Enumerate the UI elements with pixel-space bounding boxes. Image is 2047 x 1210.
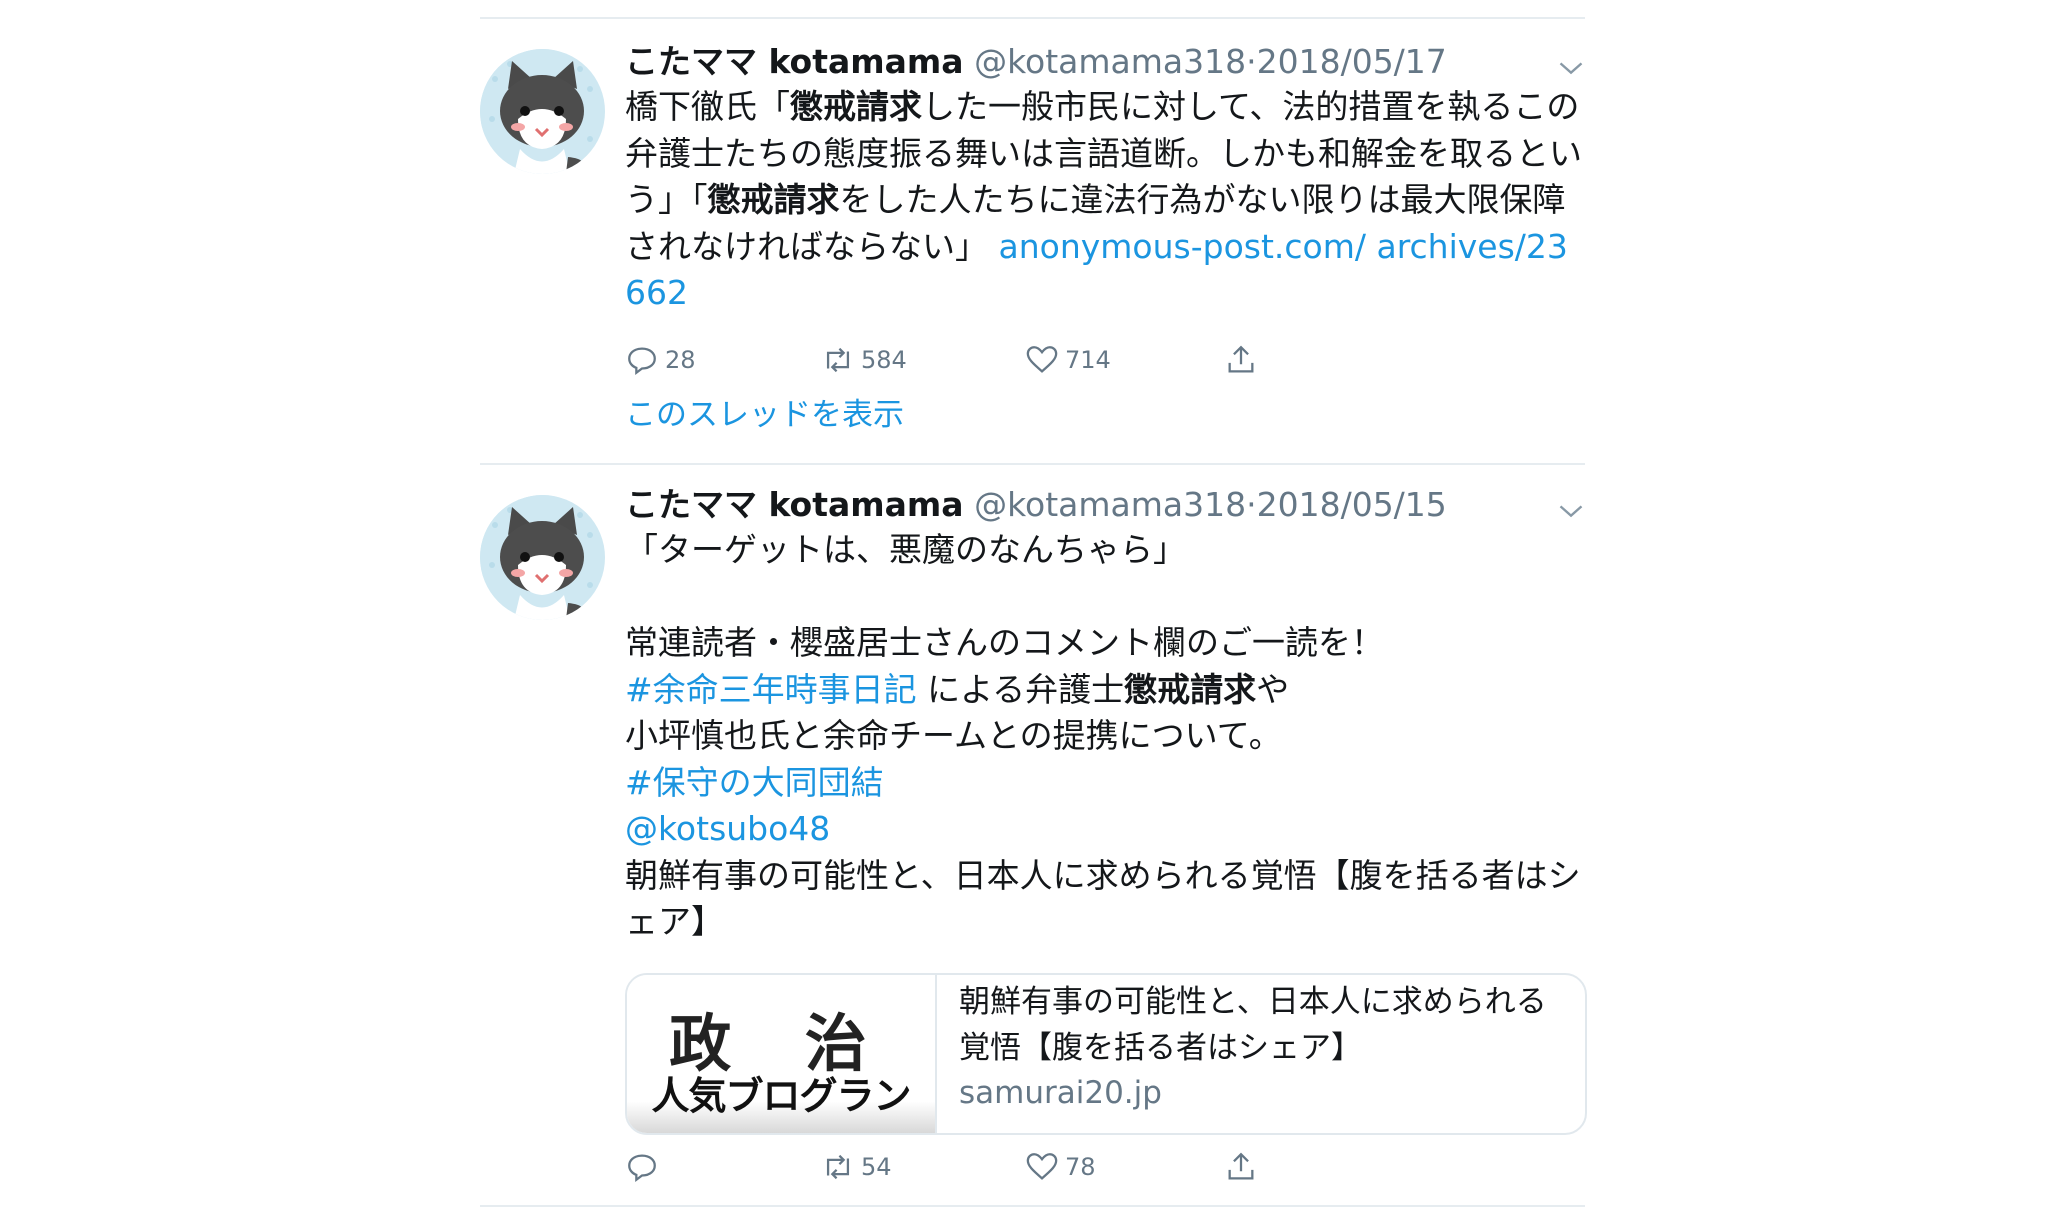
author-name[interactable]: こたママ kotamama (625, 485, 964, 524)
card-domain: samurai20.jp (959, 1075, 1162, 1111)
tweet-content: こたママ kotamama @kotamama318·2018/05/15 「タ… (625, 483, 1585, 946)
retweet-button[interactable]: 584 (821, 340, 907, 380)
card-title: 朝鮮有事の可能性と、日本人に求められる覚悟【腹を括る者はシェア】 (959, 984, 1547, 1066)
share-button[interactable] (1224, 340, 1264, 380)
tweet-content: こたママ kotamama @kotamama318·2018/05/17 橋下… (625, 40, 1585, 317)
author-handle[interactable]: @kotamama318 (974, 485, 1246, 524)
avatar[interactable] (480, 49, 605, 174)
bold-keyword: 懲戒請求 (707, 180, 840, 219)
reply-icon (628, 1154, 656, 1183)
like-count: 78 (1065, 1153, 1096, 1181)
tweet-date[interactable]: 2018/05/15 (1257, 485, 1447, 524)
hashtag-link[interactable]: #保守の大同団結 (625, 760, 1585, 807)
tweet-text: 橋下徹氏「懲戒請求した一般市民に対して、法的措置を執るこの弁護士たちの態度振る舞… (625, 84, 1585, 317)
like-button[interactable]: 714 (1025, 340, 1111, 380)
tweet-header: こたママ kotamama @kotamama318·2018/05/15 (625, 483, 1585, 527)
text-line: 「ターゲットは、悪魔のなんちゃら」 (625, 530, 1186, 569)
divider (480, 1205, 1585, 1207)
avatar[interactable] (480, 495, 605, 620)
tweet-date[interactable]: 2018/05/17 (1257, 42, 1447, 81)
show-thread-link[interactable]: このスレッドを表示 (625, 389, 904, 434)
like-button[interactable]: 78 (1025, 1147, 1096, 1187)
chevron-down-icon[interactable] (1557, 54, 1585, 82)
like-count: 714 (1065, 346, 1111, 374)
text-segment: や (1256, 669, 1290, 709)
text-line: #余命三年時事日記 による弁護士懲戒請求や (625, 667, 1585, 714)
reply-count: 28 (665, 346, 696, 374)
reply-button[interactable]: 28 (625, 340, 696, 380)
cat-avatar-icon (480, 495, 604, 620)
share-icon (1228, 345, 1254, 373)
card-thumbnail: 政 治 人気ブログラン (627, 975, 937, 1133)
hashtag-link[interactable]: #余命三年時事日記 (625, 670, 917, 709)
separator-dot: · (1246, 485, 1257, 524)
bold-keyword: 懲戒請求 (790, 87, 922, 126)
reply-button[interactable] (625, 1147, 665, 1187)
tweet-actions: 54 78 (625, 1147, 1325, 1187)
text-line: 常連読者・櫻盛居士さんのコメント欄のご一読を！ (625, 623, 1384, 662)
share-icon (1228, 1152, 1254, 1180)
author-name[interactable]: こたママ kotamama (625, 42, 964, 81)
tweet-text: 「ターゲットは、悪魔のなんちゃら」 常連読者・櫻盛居士さんのコメント欄のご一読を… (625, 527, 1585, 946)
share-button[interactable] (1224, 1147, 1264, 1187)
retweet-icon (826, 347, 850, 373)
chevron-down-icon[interactable] (1557, 497, 1585, 525)
retweet-button[interactable]: 54 (821, 1147, 892, 1187)
tweet-2[interactable]: こたママ kotamama @kotamama318·2018/05/15 「タ… (480, 465, 1587, 1210)
tweet-1[interactable]: こたママ kotamama @kotamama318·2018/05/17 橋下… (480, 19, 1585, 459)
text-line: 朝鮮有事の可能性と、日本人に求められる覚悟【腹を括る者はシェア】 (625, 855, 1581, 942)
author-handle[interactable]: @kotamama318 (974, 42, 1246, 81)
separator-dot: · (1246, 42, 1257, 81)
retweet-icon (826, 1154, 850, 1180)
retweet-count: 54 (861, 1153, 892, 1181)
text-line: 小坪慎也氏と余命チームとの提携について。 (625, 716, 1282, 755)
heart-icon (1026, 1153, 1058, 1180)
link-preview-card[interactable]: 政 治 人気ブログラン 朝鮮有事の可能性と、日本人に求められる覚悟【腹を括る者は… (625, 973, 1587, 1135)
tweet-header: こたママ kotamama @kotamama318·2018/05/17 (625, 40, 1585, 84)
text-segment: 橋下徹氏「 (625, 87, 790, 126)
thumbnail-subtitle: 人気ブログラン (651, 1074, 911, 1118)
bold-keyword: 懲戒請求 (1124, 669, 1257, 709)
text-segment: による弁護士 (916, 669, 1125, 709)
mention-link[interactable]: @kotsubo48 (625, 806, 1585, 853)
cat-avatar-icon (480, 49, 604, 174)
heart-icon (1026, 346, 1058, 373)
retweet-count: 584 (861, 346, 907, 374)
tweet-actions: 28 584 714 (625, 340, 1325, 380)
reply-icon (628, 347, 656, 376)
